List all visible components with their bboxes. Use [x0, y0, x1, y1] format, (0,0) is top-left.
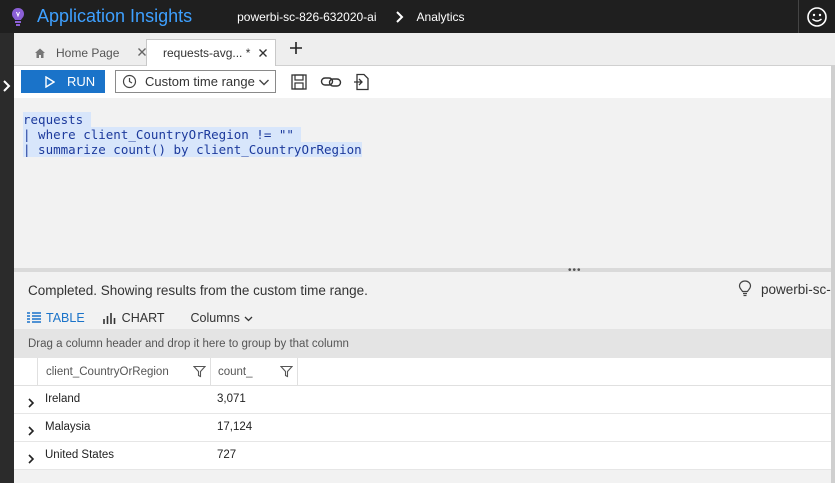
expand-rail-icon[interactable]	[2, 79, 12, 93]
run-label: RUN	[67, 74, 96, 89]
columns-label: Columns	[190, 311, 240, 325]
tab-home-page[interactable]: Home Page	[28, 39, 156, 66]
cell-country: Malaysia	[45, 421, 91, 433]
smiley-icon[interactable]	[798, 0, 835, 33]
tab-chart[interactable]: CHART	[102, 311, 165, 325]
query-editor[interactable]: requests | where client_CountryOrRegion …	[14, 98, 835, 268]
group-hint: Drag a column header and drop it here to…	[28, 337, 349, 350]
lightbulb-logo-icon	[9, 5, 27, 29]
query-toolbar: RUN Custom time range	[14, 66, 835, 98]
left-rail	[0, 33, 14, 483]
results-pane: Completed. Showing results from the cust…	[14, 272, 835, 483]
code-text: requests	[23, 112, 84, 127]
column-header-label: count_	[218, 366, 253, 378]
right-scrollbar-edge[interactable]	[831, 66, 835, 483]
code-text: | summarize count() by client_CountryOrR…	[23, 142, 362, 157]
home-icon	[34, 47, 46, 59]
chevron-down-icon	[244, 314, 253, 323]
grid-header: client_CountryOrRegion count_	[14, 358, 835, 386]
tab-strip: Home Page requests-avg... *	[14, 33, 835, 66]
table-row[interactable]: United States 727	[14, 442, 835, 470]
app-title[interactable]: Application Insights	[37, 6, 192, 27]
time-range-select[interactable]: Custom time range	[115, 70, 276, 93]
code-line-2: | where client_CountryOrRegion != ""	[23, 127, 302, 142]
column-header-label: client_CountryOrRegion	[46, 366, 169, 378]
play-icon	[45, 75, 56, 88]
chevron-right-icon	[393, 10, 407, 24]
resource-name-short: powerbi-sc-8	[761, 282, 835, 297]
tab-table[interactable]: TABLE	[27, 311, 85, 325]
cell-count: 3,071	[217, 393, 246, 405]
cell-country: United States	[45, 449, 115, 461]
tab-requests-avg[interactable]: requests-avg... *	[146, 39, 276, 66]
breadcrumb-analytics[interactable]: Analytics	[417, 10, 465, 24]
chevron-right-icon[interactable]	[27, 423, 35, 436]
cell-count: 17,124	[217, 421, 253, 433]
bar-chart-icon	[102, 312, 117, 324]
save-icon[interactable]	[290, 73, 308, 91]
code-text: | where client_CountryOrRegion != ""	[23, 127, 294, 142]
status-message: Completed. Showing results from the cust…	[28, 283, 368, 298]
run-button[interactable]: RUN	[21, 70, 105, 93]
cell-country: Ireland	[45, 393, 81, 405]
table-row[interactable]: Ireland 3,071	[14, 386, 835, 414]
filter-icon[interactable]	[279, 365, 294, 378]
filter-icon[interactable]	[192, 365, 207, 378]
clock-icon	[122, 74, 137, 89]
resource-name[interactable]: powerbi-sc-826-632020-ai	[237, 10, 376, 24]
add-tab-icon[interactable]	[289, 41, 303, 55]
tab-chart-label: CHART	[121, 311, 165, 325]
table-row[interactable]: Malaysia 17,124	[14, 414, 835, 442]
export-icon[interactable]	[353, 73, 371, 91]
cell-count: 727	[217, 449, 237, 461]
top-bar: Application Insights powerbi-sc-826-6320…	[0, 0, 835, 33]
lightbulb-icon[interactable]	[738, 280, 752, 297]
chevron-right-icon[interactable]	[27, 451, 35, 464]
column-header-count[interactable]: count_	[211, 358, 298, 386]
column-header-country[interactable]: client_CountryOrRegion	[38, 358, 211, 386]
columns-dropdown[interactable]: Columns	[191, 311, 253, 325]
group-by-drop-zone[interactable]: Drag a column header and drop it here to…	[14, 329, 835, 358]
link-icon[interactable]	[320, 73, 342, 91]
tab-table-label: TABLE	[46, 311, 85, 325]
chevron-down-icon	[258, 76, 270, 88]
tab-home-label: Home Page	[56, 45, 120, 60]
table-icon	[27, 312, 41, 324]
code-line-1: requests	[23, 112, 91, 127]
code-line-3: | summarize count() by client_CountryOrR…	[23, 142, 362, 157]
view-tabs: TABLE CHART Columns	[27, 309, 253, 327]
time-range-label: Custom time range	[145, 74, 255, 89]
expander-header	[14, 358, 38, 386]
chevron-right-icon[interactable]	[27, 395, 35, 408]
close-icon[interactable]	[257, 47, 269, 59]
tab-requests-label: requests-avg... *	[163, 46, 251, 60]
